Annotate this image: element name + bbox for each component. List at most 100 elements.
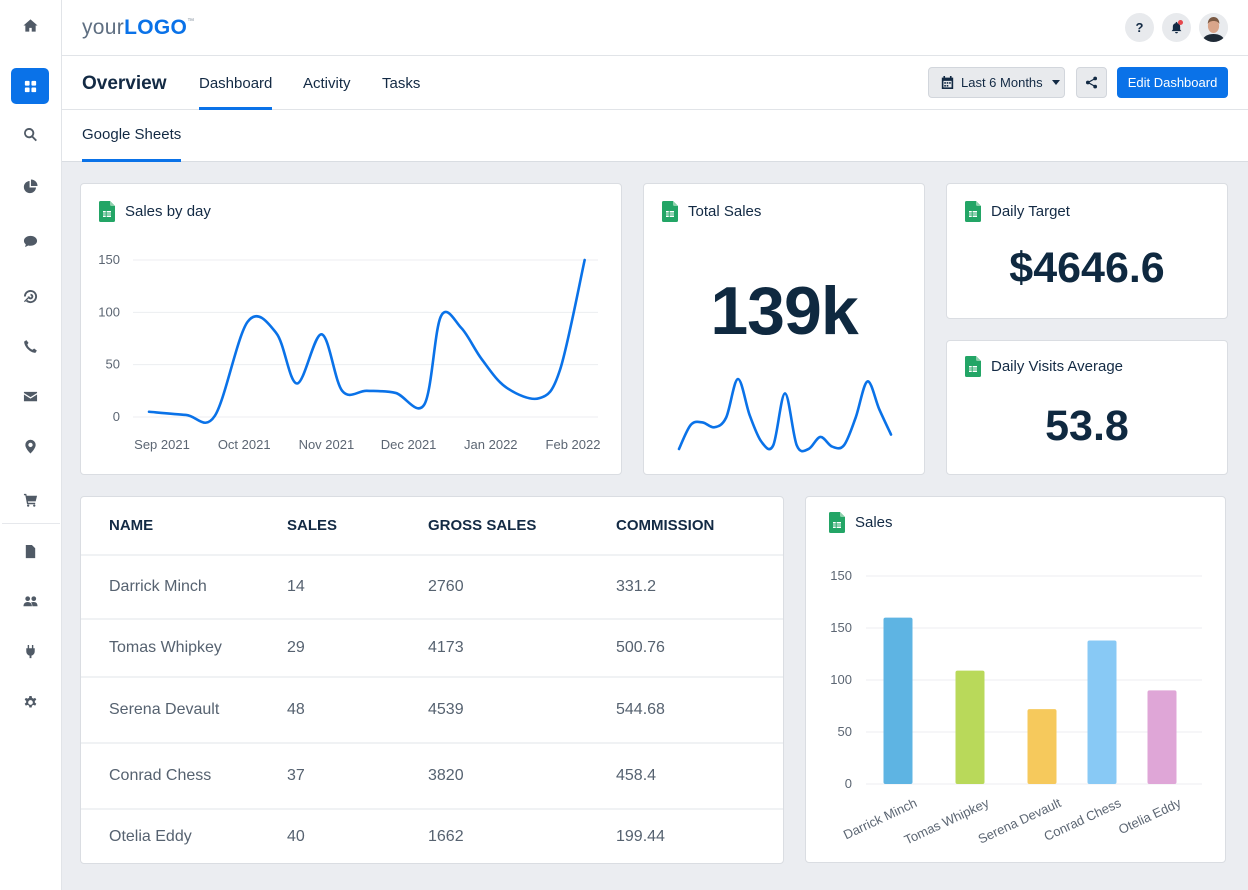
table-row[interactable]: Tomas Whipkey 29 4173 500.76	[81, 620, 783, 678]
nav-bar: Overview Dashboard Activity Tasks Last 6…	[62, 56, 1248, 110]
daily-visits-value: 53.8	[1045, 402, 1129, 450]
sidebar-item-email[interactable]	[11, 378, 49, 414]
cell-sales: 14	[287, 578, 305, 595]
bar	[1027, 709, 1057, 784]
cell-name: Conrad Chess	[109, 767, 212, 784]
cell-commission: 199.44	[616, 828, 665, 845]
document-icon	[25, 544, 35, 558]
notifications-button[interactable]	[1162, 13, 1191, 42]
cell-name: Tomas Whipkey	[109, 639, 222, 656]
y-tick-label: 100	[830, 672, 852, 687]
sidebar-item-integrations[interactable]	[11, 633, 49, 669]
sidebar-item-users[interactable]	[11, 583, 49, 619]
daily-target-card: Daily Target $4646.6	[946, 183, 1228, 319]
cell-sales: 40	[287, 828, 305, 845]
gear-icon	[24, 695, 36, 707]
google-sheets-icon	[965, 356, 981, 377]
chat-bubble-icon	[23, 235, 37, 247]
target-icon	[23, 289, 37, 303]
dashboard-grid-icon	[24, 80, 36, 92]
sidebar-item-calls[interactable]	[11, 328, 49, 364]
bar	[1087, 640, 1117, 784]
y-tick-label: 0	[113, 409, 120, 424]
daily-target-value: $4646.6	[1009, 244, 1165, 292]
y-tick-label: 0	[845, 776, 852, 791]
sidebar-divider	[2, 523, 60, 524]
sidebar-item-dashboards[interactable]	[11, 68, 49, 104]
y-tick-label: 150	[830, 620, 852, 635]
column-header-name[interactable]: NAME	[109, 517, 153, 534]
total-sales-value: 139k	[710, 273, 858, 349]
sidebar-item-settings[interactable]	[11, 684, 49, 720]
cell-commission: 331.2	[616, 578, 657, 595]
y-tick-label: 150	[830, 568, 852, 583]
cell-sales: 48	[287, 701, 305, 718]
notification-badge	[1178, 20, 1183, 25]
google-sheets-icon	[965, 201, 981, 222]
sidebar-item-chat[interactable]	[11, 223, 49, 259]
calendar-icon	[941, 76, 954, 89]
total-sales-card: Total Sales 139k	[643, 183, 925, 475]
pie-chart-icon	[23, 178, 38, 193]
help-button[interactable]: ?	[1125, 13, 1154, 42]
card-title: Daily Visits Average	[991, 358, 1124, 375]
sidebar-item-documents[interactable]	[11, 533, 49, 569]
x-tick-label: Jan 2022	[464, 437, 518, 452]
tab-tasks[interactable]: Tasks	[382, 75, 420, 110]
cell-sales: 29	[287, 639, 305, 656]
card-title: Daily Target	[991, 203, 1070, 220]
card-title: Total Sales	[688, 203, 762, 220]
sidebar-item-goals[interactable]	[11, 278, 49, 314]
cell-gross-sales: 4173	[428, 639, 464, 656]
page-title: Overview	[82, 73, 167, 94]
caret-down-icon	[1051, 80, 1060, 85]
sidebar-item-home[interactable]	[11, 7, 49, 43]
cell-gross-sales: 3820	[428, 767, 464, 784]
total-sales-sparkline	[677, 377, 893, 453]
column-header-commission[interactable]: COMMISSION	[616, 517, 714, 534]
mail-icon	[23, 391, 37, 401]
cell-commission: 500.76	[616, 639, 665, 656]
table-row[interactable]: Darrick Minch 14 2760 331.2	[81, 556, 783, 620]
share-icon	[1085, 76, 1098, 89]
table-row[interactable]: Serena Devault 48 4539 544.68	[81, 678, 783, 744]
sidebar-item-search[interactable]	[11, 116, 49, 152]
y-tick-label: 50	[106, 357, 120, 372]
sidebar-item-ecommerce[interactable]	[11, 481, 49, 517]
tab-google-sheets[interactable]: Google Sheets	[82, 126, 182, 162]
edit-dashboard-button[interactable]: Edit Dashboard	[1117, 67, 1228, 98]
avatar-image	[1199, 13, 1228, 42]
sidebar	[0, 0, 62, 890]
sub-nav: Google Sheets	[62, 110, 1248, 162]
table-row[interactable]: Conrad Chess 37 3820 458.4	[81, 744, 783, 810]
share-button[interactable]	[1076, 67, 1107, 98]
table-row[interactable]: Otelia Eddy 40 1662 199.44	[81, 810, 783, 864]
sales-bar-card: Sales 0 50 100 150 150 Darrick Minch Tomas Whi…	[805, 496, 1226, 863]
sidebar-item-locations[interactable]	[11, 428, 49, 464]
y-tick-label: 100	[98, 304, 120, 319]
user-avatar[interactable]	[1199, 13, 1228, 42]
column-header-gross-sales[interactable]: GROSS SALES	[428, 517, 536, 534]
location-pin-icon	[24, 439, 36, 454]
cell-name: Serena Devault	[109, 701, 220, 718]
table-header: NAME SALES GROSS SALES COMMISSION	[81, 497, 783, 556]
logo[interactable]: yourLOGO™	[82, 16, 194, 40]
cell-gross-sales: 4539	[428, 701, 464, 718]
y-tick-label: 50	[838, 724, 852, 739]
cell-name: Otelia Eddy	[109, 828, 192, 845]
cell-gross-sales: 2760	[428, 578, 464, 595]
tab-activity[interactable]: Activity	[303, 75, 351, 110]
sales-by-day-chart: 0 50 100 150 Sep 2021 Oct 2021 Nov 2021 Dec 202…	[98, 252, 600, 452]
date-range-dropdown[interactable]: Last 6 Months	[928, 67, 1065, 98]
x-tick-label: Dec 2021	[381, 437, 437, 452]
column-header-sales[interactable]: SALES	[287, 517, 337, 534]
tab-dashboard[interactable]: Dashboard	[199, 75, 273, 110]
phone-icon	[23, 339, 37, 353]
bar	[883, 617, 913, 784]
x-tick-label: Otelia Eddy	[1116, 795, 1184, 837]
top-bar: yourLOGO™ ?	[62, 0, 1248, 56]
cart-icon	[23, 493, 37, 507]
sales-table-card: NAME SALES GROSS SALES COMMISSION Darric…	[80, 496, 784, 864]
users-icon	[22, 595, 38, 606]
sidebar-item-reports[interactable]	[11, 168, 49, 204]
